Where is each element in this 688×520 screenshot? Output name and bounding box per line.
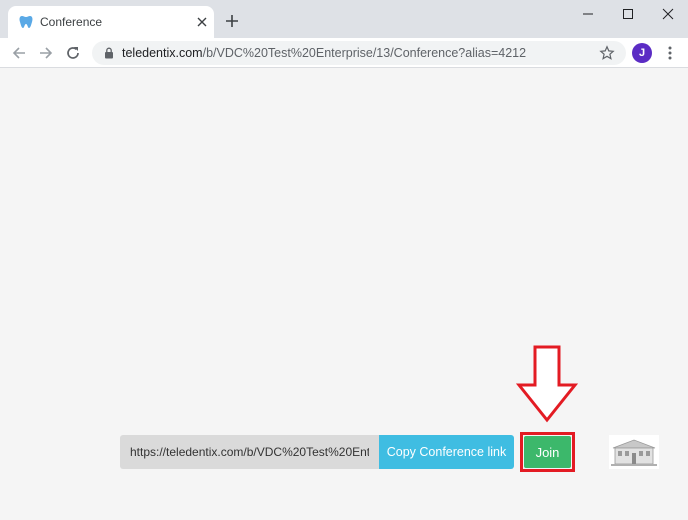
profile-avatar[interactable]: J: [632, 43, 652, 63]
tab-strip: Conference: [0, 0, 688, 38]
maximize-button[interactable]: [608, 0, 648, 28]
window-close-button[interactable]: [648, 0, 688, 28]
close-icon: [662, 8, 674, 20]
building-logo-icon: [609, 435, 659, 469]
minimize-icon: [583, 13, 593, 15]
join-button[interactable]: Join: [524, 436, 571, 468]
close-icon[interactable]: [194, 14, 210, 30]
tooth-icon: [19, 16, 33, 28]
reload-icon[interactable]: [64, 44, 82, 62]
minimize-button[interactable]: [568, 0, 608, 28]
browser-tab[interactable]: Conference: [8, 6, 214, 38]
address-bar[interactable]: teledentix.com/b/VDC%20Test%20Enterprise…: [92, 41, 626, 65]
forward-arrow-icon[interactable]: [37, 44, 55, 62]
browser-toolbar: teledentix.com/b/VDC%20Test%20Enterprise…: [0, 38, 688, 68]
down-arrow-annotation-icon: [516, 345, 578, 423]
conference-link-field[interactable]: [120, 435, 379, 469]
tab-title: Conference: [40, 15, 103, 29]
url-text: teledentix.com/b/VDC%20Test%20Enterprise…: [122, 46, 526, 60]
maximize-icon: [623, 9, 633, 19]
copy-conference-link-button[interactable]: Copy Conference link: [379, 435, 514, 469]
url-path: /b/VDC%20Test%20Enterprise/13/Conference…: [202, 46, 527, 60]
lock-icon[interactable]: [104, 47, 114, 59]
more-vert-icon[interactable]: [664, 45, 676, 61]
back-arrow-icon[interactable]: [10, 44, 28, 62]
star-icon[interactable]: [599, 45, 615, 61]
url-host: teledentix.com: [122, 46, 203, 60]
new-tab-plus-icon[interactable]: [224, 13, 240, 29]
